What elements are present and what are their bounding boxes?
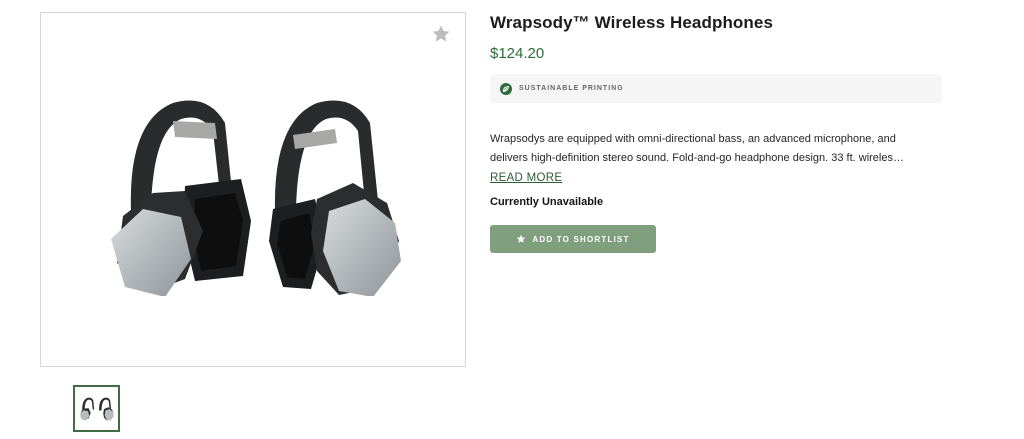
star-icon (517, 234, 526, 243)
description-line-1: Wrapsodys are equipped with omni-directi… (490, 133, 896, 145)
product-price: $124.20 (490, 45, 545, 62)
thumbnail-image (79, 397, 114, 421)
add-to-shortlist-button[interactable]: ADD TO SHORTLIST (490, 225, 656, 253)
headphones-product-image (111, 100, 401, 296)
shortlist-button-label: ADD TO SHORTLIST (532, 234, 630, 244)
product-image-frame (40, 12, 466, 367)
product-title: Wrapsody™ Wireless Headphones (490, 13, 774, 32)
star-icon[interactable] (431, 24, 451, 44)
read-more-link[interactable]: READ MORE (490, 170, 562, 186)
description-line-2: delivers high-definition stereo sound. F… (490, 152, 904, 164)
product-info: Wrapsody™ Wireless Headphones $124.20 SU… (490, 10, 942, 253)
badge-label: SUSTAINABLE PRINTING (519, 85, 624, 92)
sustainable-printing-badge: SUSTAINABLE PRINTING (490, 74, 942, 103)
leaf-icon (500, 82, 512, 95)
availability-status: Currently Unavailable (490, 196, 604, 208)
headphones-thumbnail[interactable] (73, 385, 120, 432)
product-description: Wrapsodys are equipped with omni-directi… (490, 130, 942, 168)
